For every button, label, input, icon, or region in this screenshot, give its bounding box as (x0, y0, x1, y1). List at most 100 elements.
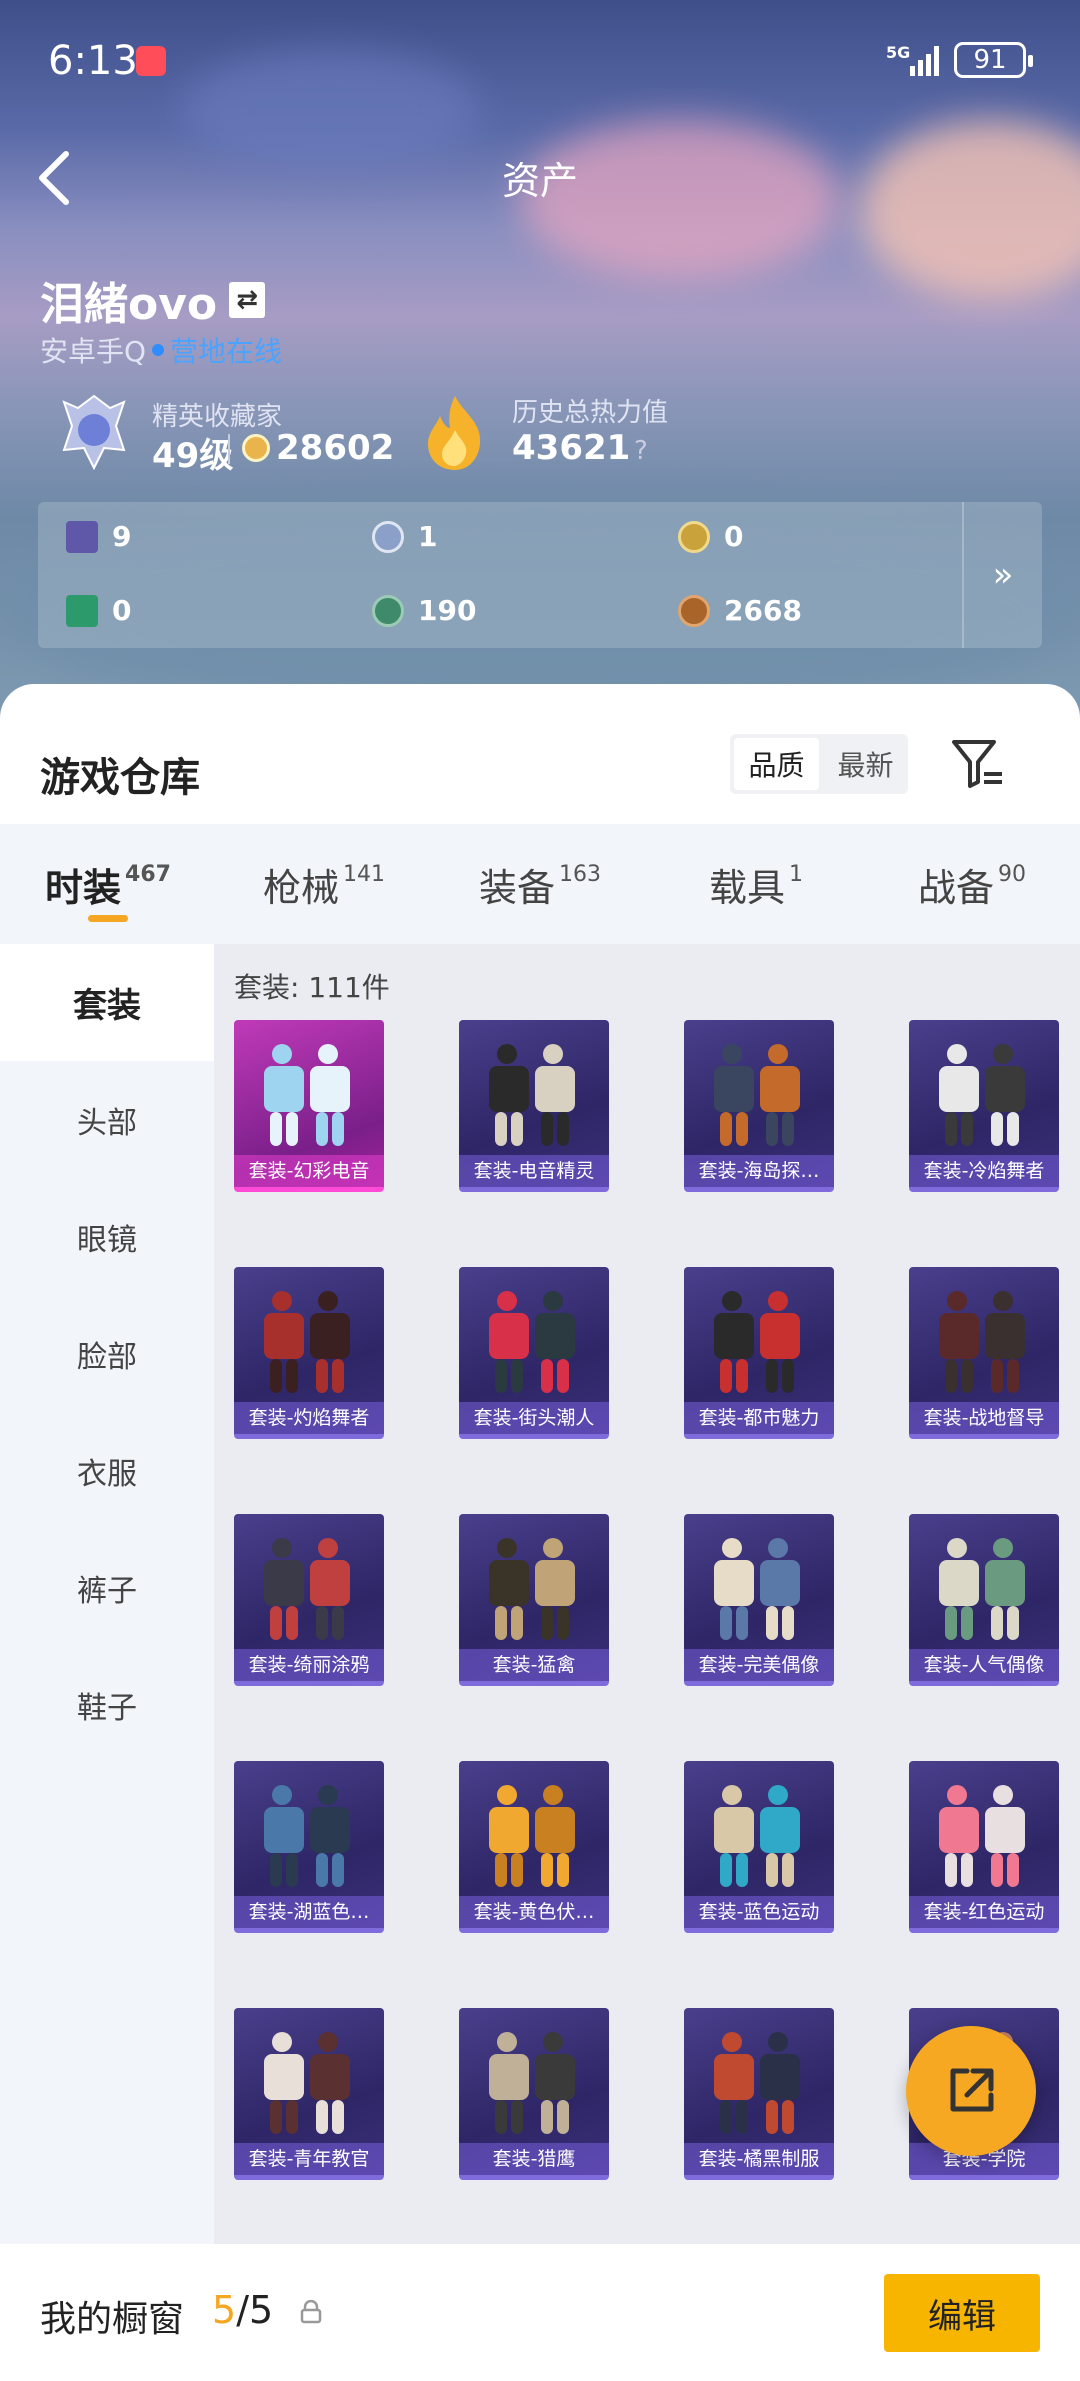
outfit-thumbnail (712, 1532, 806, 1642)
status-time: 6:13 (48, 38, 138, 84)
network-label: 5G (886, 43, 910, 62)
outfit-card[interactable]: 套装-橘黑制服 (684, 2008, 834, 2180)
showcase-label: 我的橱窗 (40, 2299, 185, 2340)
divider (228, 434, 230, 464)
sidebar-item-face[interactable]: 脸部 (0, 1295, 214, 1412)
outfit-thumbnail (712, 2026, 806, 2136)
username: 泪緒ovo ⇄ (40, 268, 266, 332)
flame-icon (428, 396, 481, 470)
sidebar-item-glasses[interactable]: 眼镜 (0, 1178, 214, 1295)
subcategory-sidebar: 套装 头部 眼镜 脸部 衣服 裤子 鞋子 (0, 944, 214, 2244)
outfit-thumbnail (937, 1038, 1031, 1148)
outfit-card[interactable]: 套装-幻彩电音 (234, 1020, 384, 1192)
green-orb-icon (372, 594, 404, 627)
green-card-icon (66, 594, 98, 627)
rank-badge-icon (62, 394, 126, 471)
outfit-card[interactable]: 套装-都市魅力 (684, 1267, 834, 1439)
tab-label: 战备 (917, 865, 994, 910)
tab-vehicles[interactable]: 载具 1 (648, 824, 864, 944)
page-title: 资产 (501, 159, 578, 203)
sort-quality-button[interactable]: 品质 (734, 738, 819, 790)
outfit-card-label: 套装-灼焰舞者 (234, 1402, 384, 1434)
outfit-card[interactable]: 套装-人气偶像 (909, 1514, 1059, 1686)
share-button[interactable] (906, 2026, 1036, 2156)
edit-button[interactable]: 编辑 (884, 2274, 1040, 2352)
user-platform: 安卓手Q 营地在线 (40, 330, 282, 370)
asset-value: 1 (418, 520, 438, 553)
sort-latest-button[interactable]: 最新 (823, 734, 908, 794)
outfit-card[interactable]: 套装-红色运动 (909, 1761, 1059, 1933)
outfit-thumbnail (487, 1038, 581, 1148)
sort-toggle: 品质 最新 (730, 734, 908, 794)
outfit-card[interactable]: 套装-青年教官 (234, 2008, 384, 2180)
outfit-card-label: 套装-战地督导 (909, 1402, 1059, 1434)
tab-count: 1 (789, 861, 803, 887)
outfit-thumbnail (487, 1532, 581, 1642)
asset-value: 0 (112, 594, 132, 627)
outfit-card[interactable]: 套装-猛禽 (459, 1514, 609, 1686)
warehouse-title: 游戏仓库 (40, 755, 200, 801)
bronze-coin-icon (678, 594, 710, 627)
username-text: 泪緒ovo (40, 279, 218, 330)
tab-equipment[interactable]: 装备 163 (432, 824, 648, 944)
outfit-card-label: 套装-海岛探… (684, 1155, 834, 1187)
tab-label: 时装 (45, 865, 122, 910)
asset-item: 2668 (678, 594, 802, 627)
outfit-card[interactable]: 套装-蓝色运动 (684, 1761, 834, 1933)
outfit-card-label: 套装-幻彩电音 (234, 1155, 384, 1187)
outfit-card[interactable]: 套装-冷焰舞者 (909, 1020, 1059, 1192)
asset-item: 9 (66, 520, 131, 553)
showcase-total: /5 (236, 2288, 274, 2332)
outfit-thumbnail (712, 1779, 806, 1889)
expand-assets-icon[interactable]: » (962, 502, 1042, 648)
sidebar-item-head[interactable]: 头部 (0, 1061, 214, 1178)
outfit-card[interactable]: 套装-电音精灵 (459, 1020, 609, 1192)
outfit-thumbnail (262, 1779, 356, 1889)
asset-value: 0 (724, 520, 744, 553)
outfit-card-label: 套装-都市魅力 (684, 1402, 834, 1434)
tab-count: 163 (559, 861, 601, 887)
outfit-card-label: 套装-猎鹰 (459, 2143, 609, 2175)
outfit-thumbnail (487, 1779, 581, 1889)
battery-icon: 91 (954, 42, 1033, 78)
switch-account-icon[interactable]: ⇄ (229, 282, 266, 318)
outfit-card[interactable]: 套装-海岛探… (684, 1020, 834, 1192)
purple-card-icon (66, 520, 98, 553)
outfit-thumbnail (712, 1285, 806, 1395)
filter-icon[interactable] (950, 738, 1006, 790)
outfit-thumbnail (937, 1532, 1031, 1642)
outfit-thumbnail (937, 1779, 1031, 1889)
share-icon (950, 2068, 994, 2112)
asset-value: 190 (418, 594, 477, 627)
tab-weapons[interactable]: 枪械 141 (216, 824, 432, 944)
sidebar-item-pants[interactable]: 裤子 (0, 1529, 214, 1646)
outfit-thumbnail (262, 2026, 356, 2136)
gold-medal-icon (678, 520, 710, 553)
outfit-card[interactable]: 套装-猎鹰 (459, 2008, 609, 2180)
tab-supplies[interactable]: 战备 90 (864, 824, 1080, 944)
outfit-card[interactable]: 套装-战地督导 (909, 1267, 1059, 1439)
tab-fashion[interactable]: 时装 467 (0, 824, 216, 944)
outfit-thumbnail (262, 1285, 356, 1395)
sidebar-item-shoes[interactable]: 鞋子 (0, 1646, 214, 1763)
sidebar-item-clothes[interactable]: 衣服 (0, 1412, 214, 1529)
outfit-card[interactable]: 套装-完美偶像 (684, 1514, 834, 1686)
outfit-thumbnail (937, 1285, 1031, 1395)
platform-label: 安卓手Q (40, 335, 147, 368)
tab-count: 467 (125, 861, 171, 887)
online-status: 营地在线 (170, 335, 283, 368)
heat-label: 历史总热力值 (512, 398, 669, 428)
tab-count: 90 (998, 861, 1026, 887)
asset-value: 9 (112, 520, 132, 553)
outfit-card[interactable]: 套装-湖蓝色… (234, 1761, 384, 1933)
outfit-card[interactable]: 套装-黄色伏… (459, 1761, 609, 1933)
outfit-card-label: 套装-完美偶像 (684, 1649, 834, 1681)
outfit-card-label: 套装-冷焰舞者 (909, 1155, 1059, 1187)
outfit-card[interactable]: 套装-绮丽涂鸦 (234, 1514, 384, 1686)
sidebar-item-outfit[interactable]: 套装 (0, 944, 214, 1061)
outfit-card[interactable]: 套装-街头潮人 (459, 1267, 609, 1439)
tab-label: 载具 (708, 865, 785, 910)
outfit-card[interactable]: 套装-灼焰舞者 (234, 1267, 384, 1439)
outfit-card-label: 套装-红色运动 (909, 1896, 1059, 1928)
help-icon[interactable]: ? (634, 436, 648, 466)
